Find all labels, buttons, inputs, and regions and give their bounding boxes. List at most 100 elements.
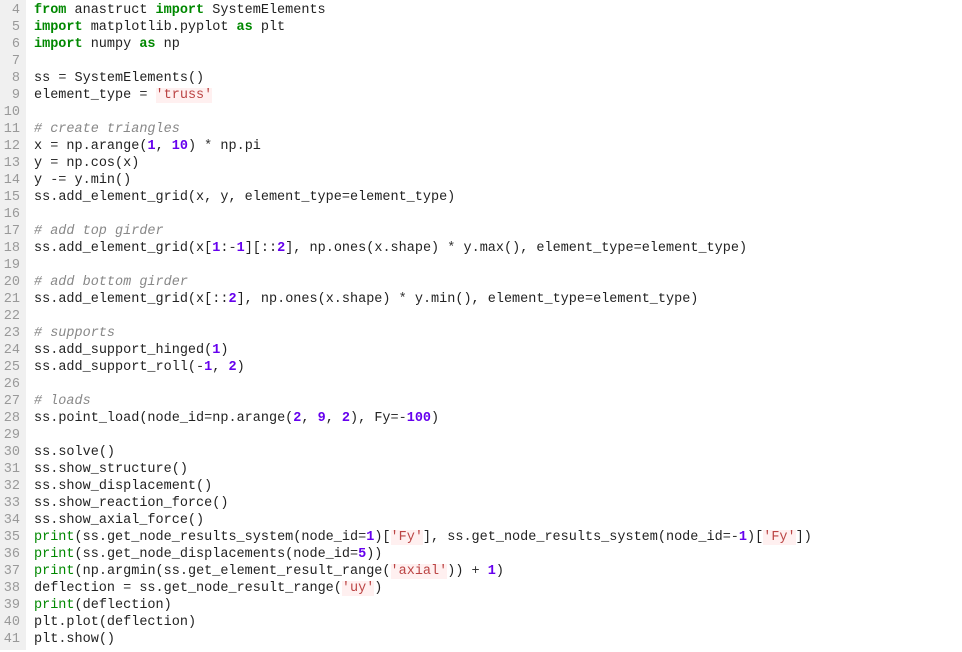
- token-op: .: [83, 139, 91, 154]
- token-num: 2: [228, 360, 236, 375]
- line-number: 29: [2, 427, 20, 444]
- code-line: print(ss.get_node_results_system(node_id…: [34, 529, 954, 546]
- code-line: plt.plot(deflection): [34, 614, 954, 631]
- line-number: 25: [2, 359, 20, 376]
- token-nm: (deflection): [75, 598, 172, 613]
- token-nm: element_type): [350, 190, 455, 205]
- line-number: 39: [2, 597, 20, 614]
- token-nm: element_type): [593, 292, 698, 307]
- token-nm: argmin(ss: [107, 564, 180, 579]
- token-nm: plt: [34, 632, 58, 647]
- line-number: 4: [2, 2, 20, 19]
- code-line: from anastruct import SystemElements: [34, 2, 954, 19]
- line-number: 30: [2, 444, 20, 461]
- code-line: ss = SystemElements(): [34, 70, 954, 87]
- code-line: ss.add_support_hinged(1): [34, 342, 954, 359]
- code-content: from anastruct import SystemElementsimpo…: [26, 0, 962, 650]
- line-number: 32: [2, 478, 20, 495]
- token-nm: y: [407, 292, 423, 307]
- token-cmt: # supports: [34, 326, 115, 341]
- token-kw: import: [156, 3, 205, 18]
- code-line: ss.add_support_roll(-1, 2): [34, 359, 954, 376]
- token-str: 'uy': [342, 581, 374, 596]
- code-line: [34, 308, 954, 325]
- line-number: 8: [2, 70, 20, 87]
- token-nm: show_axial_force(): [58, 513, 204, 528]
- code-line: # create triangles: [34, 121, 954, 138]
- code-line: ss.point_load(node_id=np.arange(2, 9, 2)…: [34, 410, 954, 427]
- token-num: 1: [147, 139, 155, 154]
- code-line: x = np.arange(1, 10) * np.pi: [34, 138, 954, 155]
- code-line: ss.add_element_grid(x, y, element_type=e…: [34, 189, 954, 206]
- token-nm: ss: [34, 496, 50, 511]
- token-nm: )): [366, 547, 382, 562]
- token-nm: ones(x: [285, 292, 334, 307]
- token-op: .: [463, 530, 471, 545]
- token-nm: )[: [374, 530, 390, 545]
- token-nm: ss: [34, 292, 50, 307]
- token-nm: ,: [156, 139, 172, 154]
- token-op: .: [228, 411, 236, 426]
- token-nm: get_node_displacements(node_id: [107, 547, 350, 562]
- line-number: 31: [2, 461, 20, 478]
- line-number: 16: [2, 206, 20, 223]
- token-nm: shape): [342, 292, 399, 307]
- token-nm: point_load(node_id: [58, 411, 204, 426]
- token-num: 9: [318, 411, 326, 426]
- line-number: 19: [2, 257, 20, 274]
- token-nm: element_type): [642, 241, 747, 256]
- token-nm: matplotlib.pyplot: [83, 20, 237, 35]
- token-nm: cos(x): [91, 156, 140, 171]
- token-nm: show_structure(): [58, 462, 188, 477]
- token-nm: plt: [34, 615, 58, 630]
- token-nm: y: [34, 156, 50, 171]
- token-nm: element_type: [34, 88, 139, 103]
- code-line: [34, 257, 954, 274]
- code-line: y -= y.min(): [34, 172, 954, 189]
- line-number: 14: [2, 172, 20, 189]
- token-op: =: [585, 292, 593, 307]
- token-kw: import: [34, 37, 83, 52]
- token-nm: add_element_grid(x[: [58, 241, 212, 256]
- token-op: -=: [50, 173, 66, 188]
- token-nm: ss: [34, 343, 50, 358]
- token-op: =: [350, 547, 358, 562]
- token-nm: add_element_grid(x, y, element_type: [58, 190, 342, 205]
- token-cmt: # loads: [34, 394, 91, 409]
- token-nm: ): [188, 139, 204, 154]
- token-nm: show(): [66, 632, 115, 647]
- token-kw: from: [34, 3, 66, 18]
- token-nm: ss: [34, 190, 50, 205]
- code-line: [34, 104, 954, 121]
- line-number: 37: [2, 563, 20, 580]
- code-line: ss.show_displacement(): [34, 478, 954, 495]
- line-number: 28: [2, 410, 20, 427]
- token-op: .: [83, 173, 91, 188]
- token-op: .: [423, 292, 431, 307]
- token-nm: ones(x: [334, 241, 383, 256]
- token-nm: ss: [34, 411, 50, 426]
- line-number: 21: [2, 291, 20, 308]
- token-nm: np: [58, 156, 82, 171]
- line-number: 20: [2, 274, 20, 291]
- token-fn: print: [34, 547, 75, 562]
- token-op: -: [196, 360, 204, 375]
- token-nm: min(): [91, 173, 132, 188]
- code-line: ss.add_element_grid(x[::2], np.ones(x.sh…: [34, 291, 954, 308]
- line-number: 24: [2, 342, 20, 359]
- token-cmt: # create triangles: [34, 122, 180, 137]
- code-line: print(ss.get_node_displacements(node_id=…: [34, 546, 954, 563]
- token-op: .: [99, 530, 107, 545]
- line-number: 7: [2, 53, 20, 70]
- token-op: .: [156, 581, 164, 596]
- token-nm: shape): [391, 241, 448, 256]
- code-line: [34, 376, 954, 393]
- token-nm: np: [212, 411, 228, 426]
- token-nm: min(), element_type: [431, 292, 585, 307]
- code-line: y = np.cos(x): [34, 155, 954, 172]
- token-nm: [480, 564, 488, 579]
- code-line: print(np.argmin(ss.get_element_result_ra…: [34, 563, 954, 580]
- token-op: =-: [723, 530, 739, 545]
- token-nm: ): [431, 411, 439, 426]
- token-nm: y: [34, 173, 50, 188]
